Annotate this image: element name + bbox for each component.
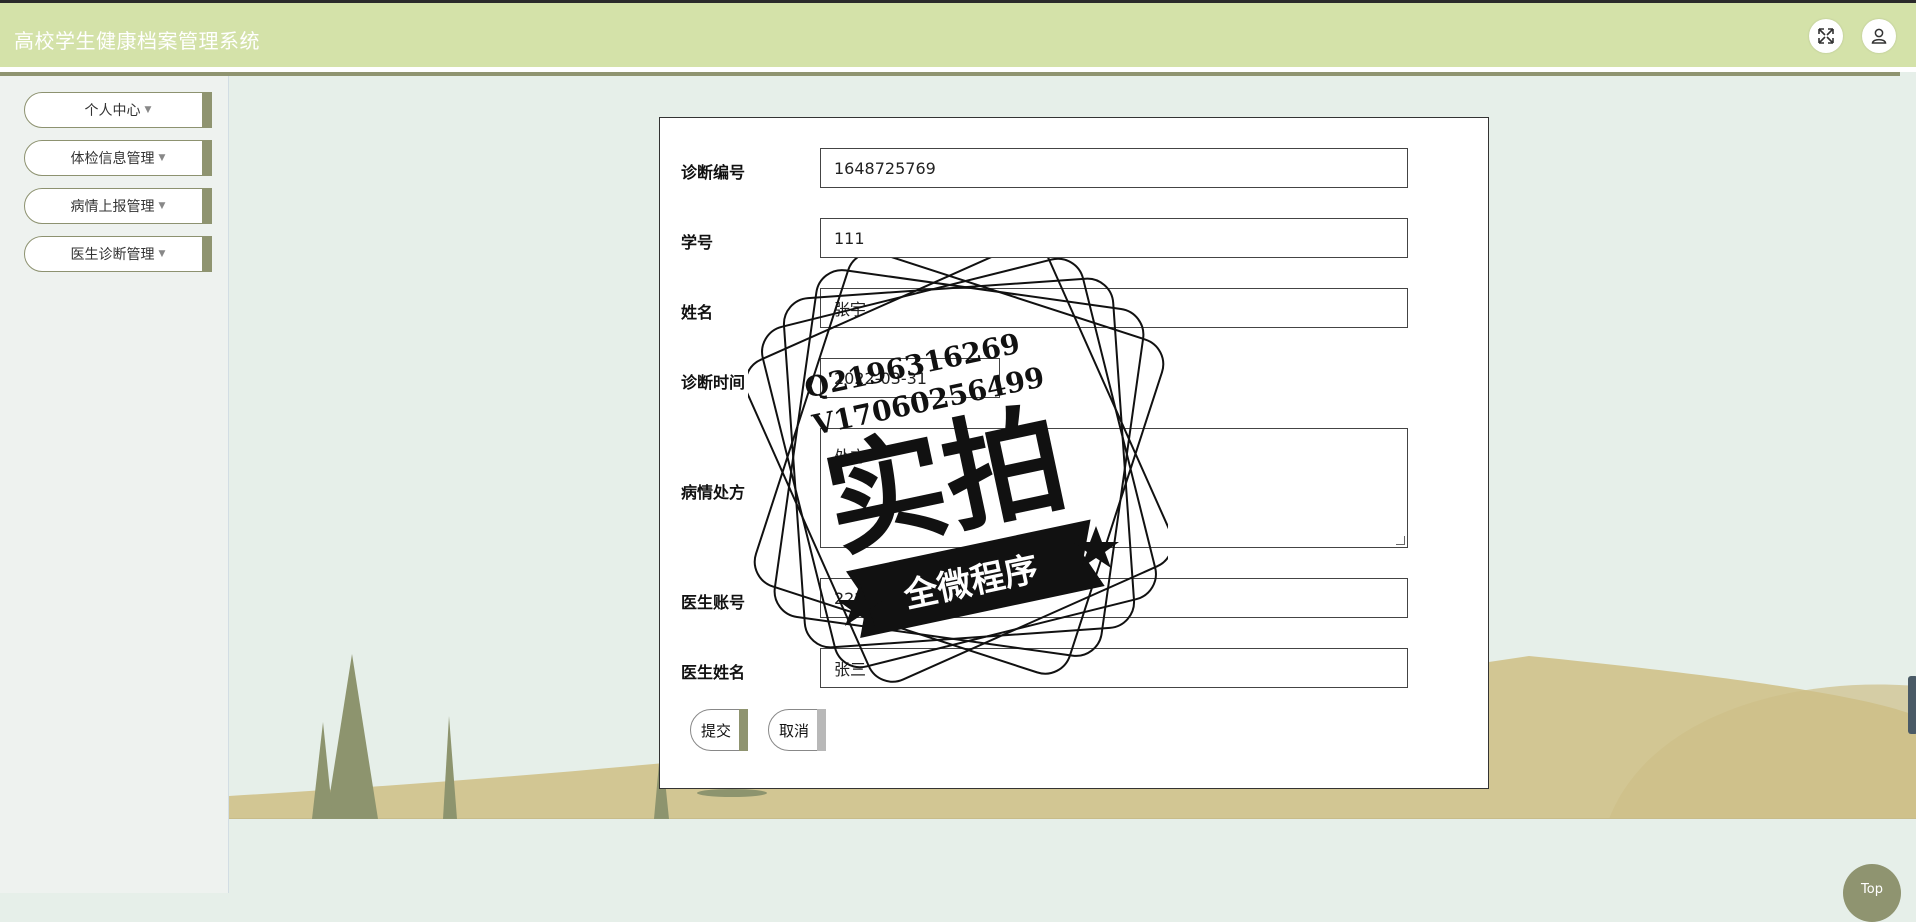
button-accent-bar: [739, 709, 748, 751]
caret-down-icon: ▼: [158, 201, 166, 211]
field-label-student-id: 学号: [681, 233, 714, 252]
diagnosis-id-input[interactable]: 1648725769: [820, 148, 1408, 188]
caret-down-icon: ▼: [158, 249, 166, 259]
sidebar-item-personal-center[interactable]: 个人中心 ▼: [24, 92, 212, 128]
sidebar-item-label: 医生诊断管理: [70, 247, 155, 263]
menu-accent-bar: [202, 236, 212, 272]
fullscreen-button[interactable]: [1809, 19, 1843, 53]
side-panel-handle[interactable]: [1908, 676, 1916, 734]
button-accent-bar: [817, 709, 826, 751]
sidebar: 个人中心 ▼ 体检信息管理 ▼ 病情上报管理 ▼ 医生诊断管理 ▼: [0, 76, 229, 893]
submit-button[interactable]: 提交: [690, 709, 748, 751]
sidebar-item-doctor-diagnosis[interactable]: 医生诊断管理 ▼: [24, 236, 212, 272]
menu-accent-bar: [202, 140, 212, 176]
sidebar-item-physical-exam[interactable]: 体检信息管理 ▼: [24, 140, 212, 176]
scroll-top-button[interactable]: Top: [1843, 864, 1901, 922]
cancel-button[interactable]: 取消: [768, 709, 826, 751]
submit-button-label: 提交: [701, 721, 732, 740]
student-id-input[interactable]: 111: [820, 218, 1408, 258]
sidebar-item-label: 病情上报管理: [70, 199, 155, 215]
sidebar-item-label: 体检信息管理: [70, 151, 155, 167]
user-icon: [1871, 28, 1887, 44]
scroll-top-label: Top: [1861, 882, 1883, 897]
menu-accent-bar: [202, 92, 212, 128]
stamp-graphic: Q2196316269 V17060256499 实拍 全微程序: [744, 243, 1174, 683]
sidebar-item-label: 个人中心: [84, 103, 141, 119]
sidebar-item-illness-report[interactable]: 病情上报管理 ▼: [24, 188, 212, 224]
watermark-stamp: Q2196316269 V17060256499 实拍 全微程序: [744, 243, 1174, 692]
app-title: 高校学生健康档案管理系统: [14, 29, 260, 53]
user-button[interactable]: [1862, 19, 1896, 53]
cancel-button-label: 取消: [779, 721, 810, 740]
field-label-doctor-account: 医生账号: [681, 593, 746, 612]
menu-accent-bar: [202, 188, 212, 224]
expand-icon: [1818, 28, 1834, 44]
resize-grip-icon[interactable]: [1396, 536, 1405, 545]
field-label-doctor-name: 医生姓名: [681, 663, 746, 682]
top-header: 高校学生健康档案管理系统: [0, 0, 1916, 68]
field-label-prescription: 病情处方: [681, 483, 746, 502]
field-label-diagnosis-time: 诊断时间: [681, 373, 746, 392]
caret-down-icon: ▼: [144, 105, 152, 115]
field-label-diagnosis-id: 诊断编号: [681, 163, 746, 182]
caret-down-icon: ▼: [158, 153, 166, 163]
field-label-name: 姓名: [681, 303, 714, 322]
